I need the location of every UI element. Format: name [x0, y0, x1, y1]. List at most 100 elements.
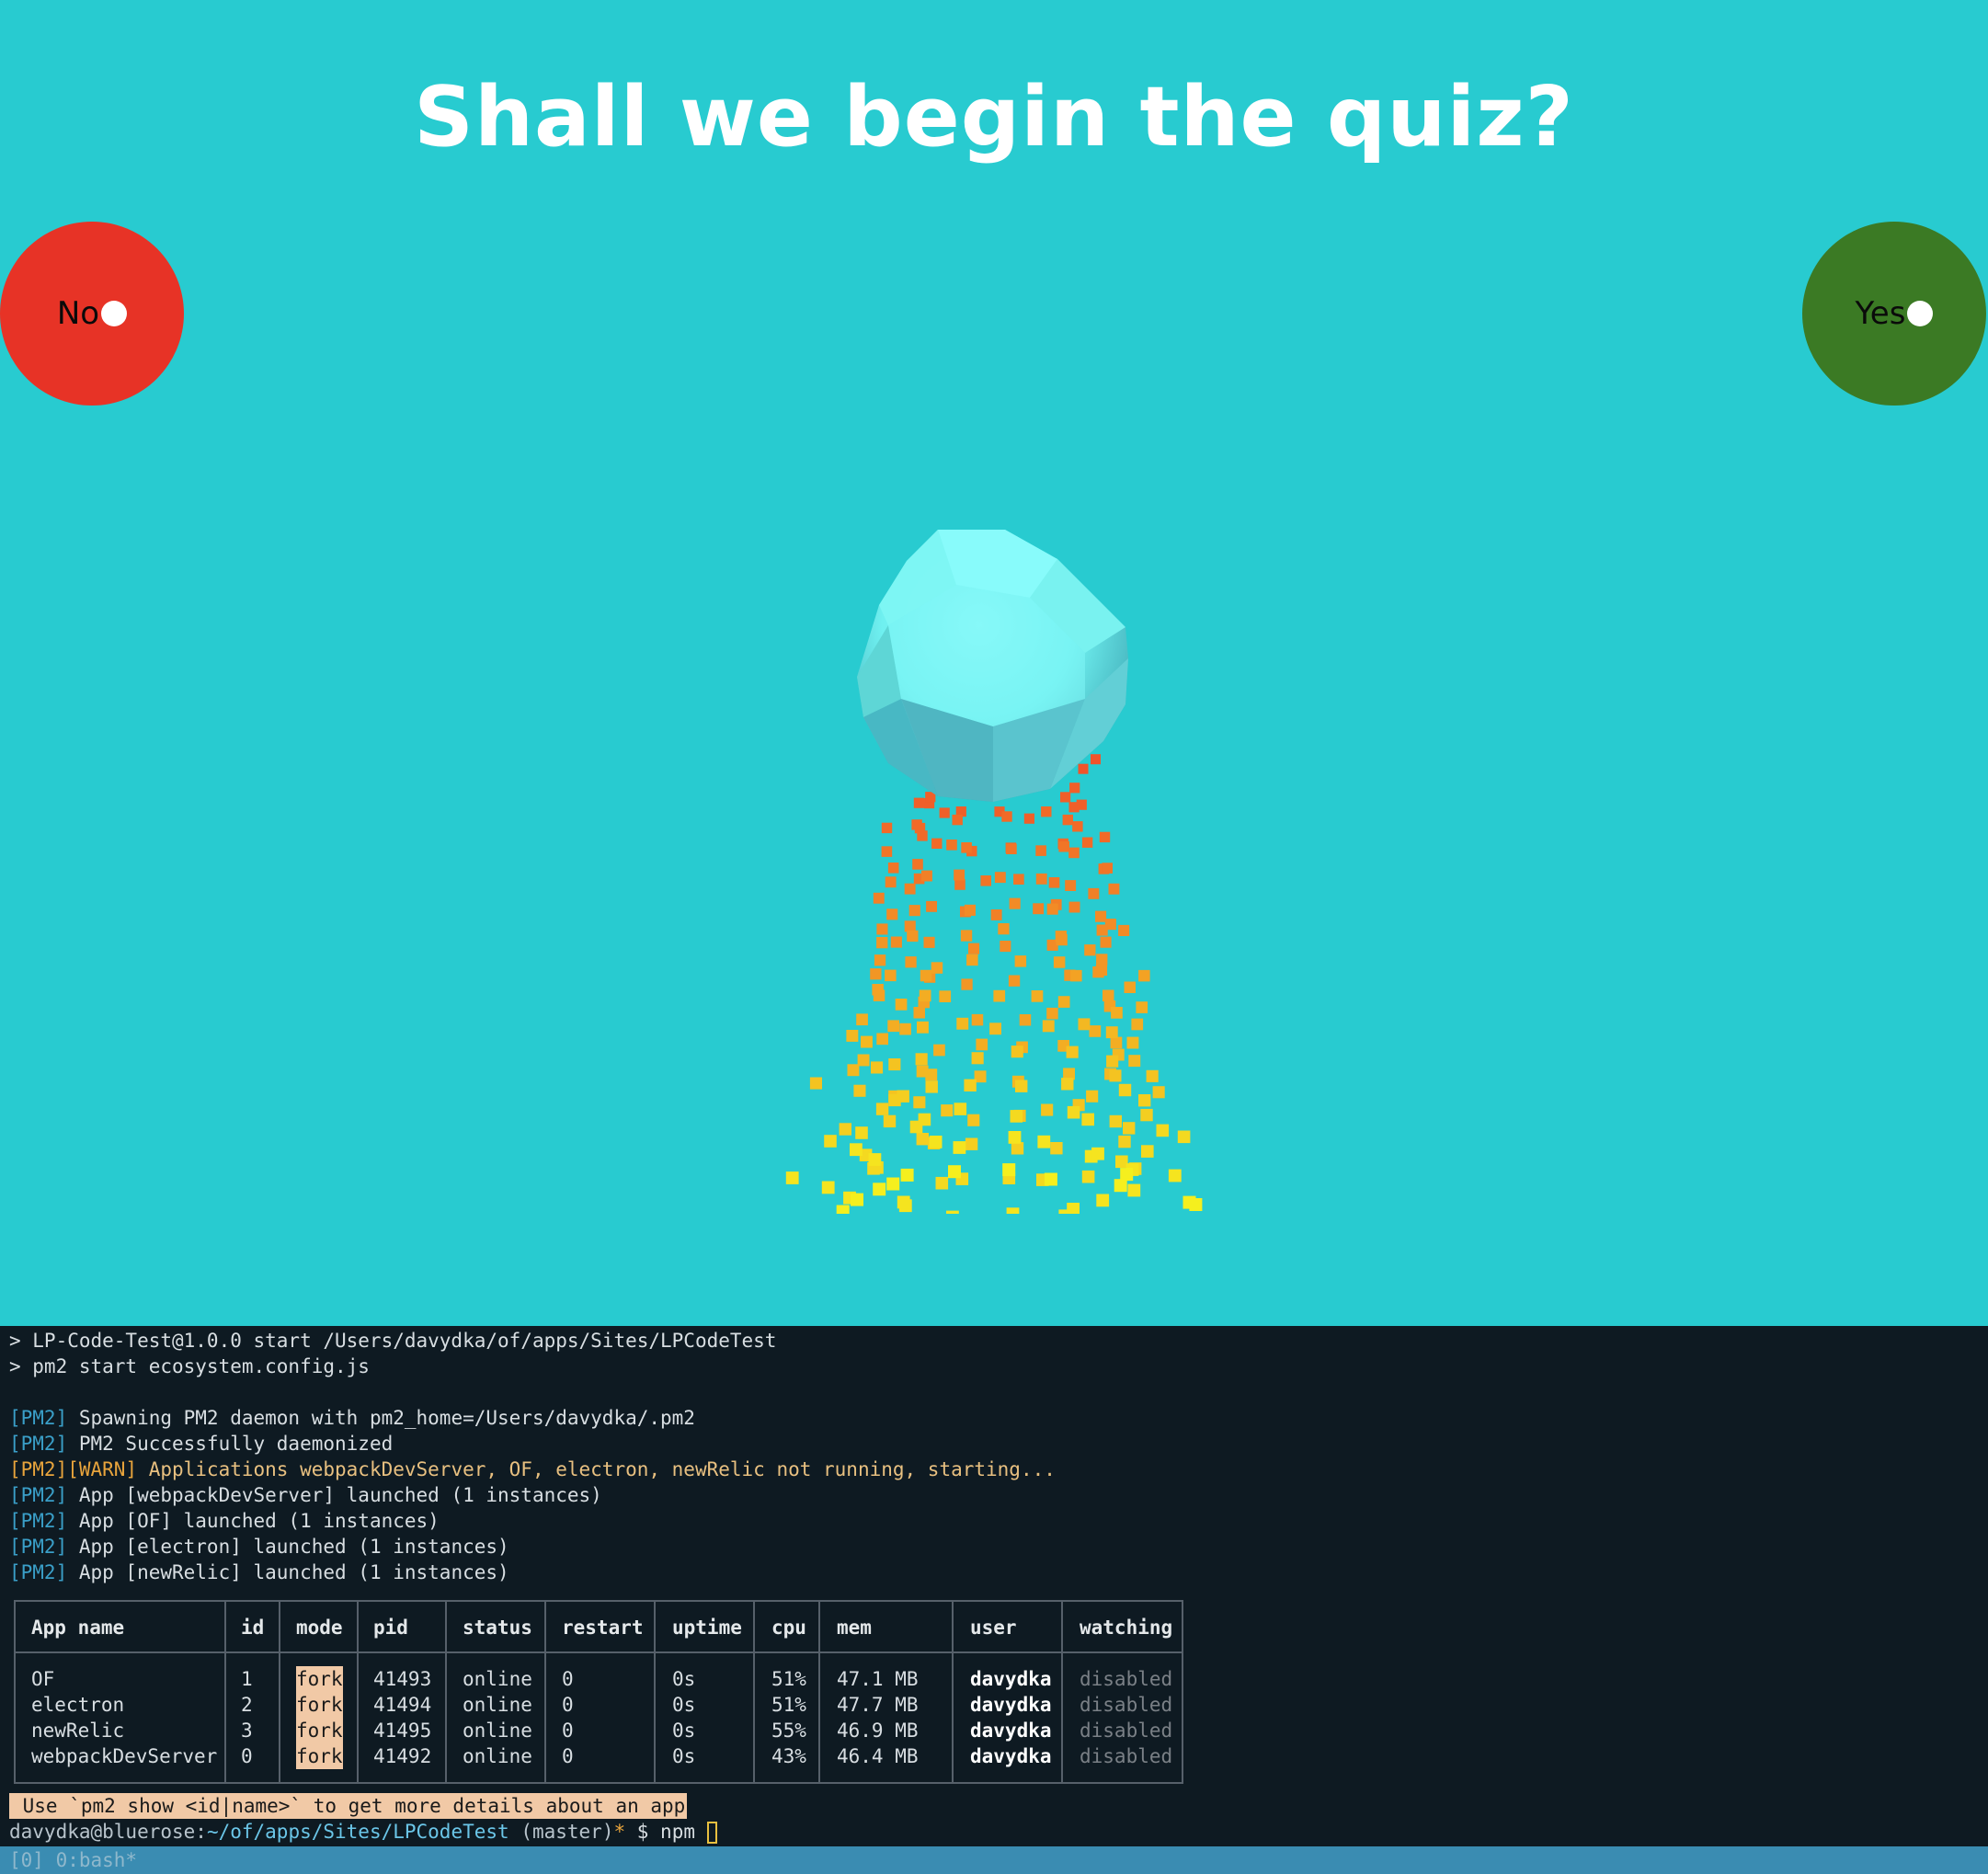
- header-mem: mem: [837, 1617, 872, 1639]
- particle: [1006, 1207, 1020, 1214]
- terminal-line-pm2-start: > pm2 start ecosystem.config.js: [9, 1355, 370, 1377]
- header-pid: pid: [373, 1617, 408, 1639]
- yes-cursor-dot-icon: [1907, 301, 1934, 326]
- particle: [887, 863, 899, 874]
- particle: [853, 1084, 866, 1097]
- cell-app-name: OF: [31, 1668, 55, 1690]
- particle: [1058, 1209, 1072, 1214]
- header-mode: mode: [296, 1617, 343, 1639]
- no-button[interactable]: No: [0, 222, 184, 406]
- particle: [1128, 1055, 1141, 1068]
- particle: [964, 1079, 977, 1091]
- particle: [946, 840, 957, 851]
- particle: [895, 999, 908, 1011]
- particle: [1000, 941, 1011, 953]
- cell-restart: 0: [562, 1668, 574, 1690]
- particle: [855, 1126, 868, 1139]
- 3d-sphere-particle-scene: [785, 530, 1203, 1214]
- terminal-panel[interactable]: > LP-Code-Test@1.0.0 start /Users/davydk…: [0, 1326, 1988, 1874]
- particle: [873, 892, 885, 904]
- particle: [874, 954, 886, 966]
- particle: [1058, 840, 1069, 852]
- terminal-log-line: [PM2] Spawning PM2 daemon with pm2_home=…: [9, 1407, 695, 1429]
- particle: [961, 842, 972, 853]
- particle: [994, 872, 1006, 884]
- particle: [956, 1017, 969, 1030]
- yes-button[interactable]: Yes: [1802, 222, 1986, 406]
- particle: [1138, 969, 1150, 982]
- particle: [1115, 1155, 1128, 1169]
- particle: [953, 1141, 966, 1154]
- particle: [1042, 1020, 1055, 1033]
- no-label: No: [56, 295, 100, 332]
- particle: [1070, 969, 1082, 982]
- particle: [1023, 813, 1034, 824]
- particle: [785, 1171, 799, 1184]
- particle: [1108, 883, 1120, 895]
- particle: [1089, 1025, 1102, 1037]
- particle: [824, 1135, 837, 1148]
- quiz-title: Shall we begin the quiz?: [414, 69, 1574, 166]
- particle: [1068, 847, 1080, 859]
- particle: [964, 904, 976, 916]
- particle: [809, 1077, 822, 1090]
- particle: [1068, 802, 1080, 813]
- shell-prompt[interactable]: davydka@bluerose:~/of/apps/Sites/LPCodeT…: [9, 1819, 717, 1845]
- terminal-log-line: [PM2] App [electron] launched (1 instanc…: [9, 1536, 509, 1558]
- particle: [954, 1103, 967, 1115]
- cell-restart: 0: [562, 1745, 574, 1767]
- particle: [1011, 1142, 1024, 1155]
- cell-id: 0: [241, 1745, 253, 1767]
- cell-mem: 46.9 MB: [837, 1720, 919, 1742]
- cell-restart: 0: [562, 1694, 574, 1716]
- header-id: id: [241, 1617, 265, 1639]
- particle: [885, 876, 897, 888]
- particle: [846, 1030, 859, 1042]
- pm2-hint: Use `pm2 show <id|name>` to get more det…: [9, 1793, 688, 1819]
- particle: [1140, 1108, 1153, 1122]
- particle: [948, 1165, 961, 1179]
- particle: [1035, 873, 1047, 885]
- pm2-process-table: App name id mode pid status restart upti…: [14, 1600, 1183, 1784]
- particle: [1053, 956, 1066, 968]
- particle: [847, 1064, 860, 1077]
- particle: [1100, 936, 1112, 948]
- particle: [1118, 1083, 1132, 1097]
- terminal-line-npm-start: > LP-Code-Test@1.0.0 start /Users/davydk…: [9, 1330, 777, 1352]
- cell-uptime: 0s: [672, 1694, 696, 1716]
- particle: [905, 956, 917, 968]
- particle: [1111, 1007, 1123, 1019]
- particle: [961, 978, 973, 990]
- particle: [1048, 877, 1060, 888]
- particle: [900, 1168, 914, 1182]
- cell-pid: 41492: [373, 1745, 432, 1767]
- particle: [925, 1080, 938, 1093]
- quiz-app-window: Shall we begin the quiz? No Yes: [0, 0, 1988, 1326]
- particle: [1138, 1094, 1151, 1107]
- cell-uptime: 0s: [672, 1745, 696, 1767]
- particle: [868, 1153, 882, 1166]
- particle: [1096, 954, 1108, 966]
- particle: [1156, 1124, 1170, 1137]
- particle: [904, 883, 916, 895]
- particle: [966, 954, 978, 966]
- particle: [1131, 1018, 1144, 1031]
- cell-status: online: [463, 1694, 532, 1716]
- particle: [954, 879, 965, 890]
- cell-cpu: 51%: [771, 1668, 806, 1690]
- particle: [915, 1053, 928, 1066]
- particle: [952, 814, 963, 826]
- cell-pid: 41494: [373, 1694, 432, 1716]
- particle: [1002, 1163, 1016, 1177]
- particle: [1099, 831, 1111, 843]
- particle: [1168, 1169, 1182, 1183]
- particle: [933, 1044, 945, 1057]
- particle: [976, 1038, 988, 1051]
- particle-fountain: [785, 746, 1203, 1214]
- cell-watching: disabled: [1080, 1694, 1173, 1716]
- particle: [904, 920, 916, 932]
- particle: [1062, 814, 1073, 826]
- header-app-name: App name: [31, 1617, 125, 1639]
- particle: [913, 1096, 926, 1109]
- particle: [851, 1193, 863, 1206]
